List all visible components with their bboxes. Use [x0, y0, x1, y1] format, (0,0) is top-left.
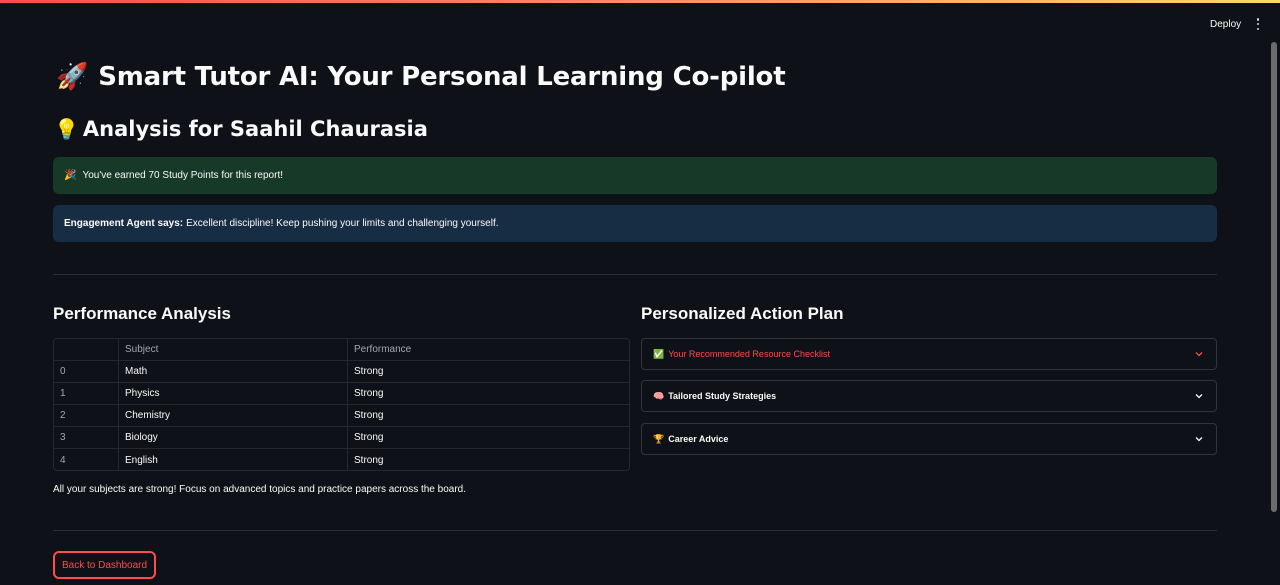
engagement-agent-text: Excellent discipline! Keep pushing your …	[186, 218, 499, 229]
performance-cell[interactable]: Strong	[347, 361, 629, 382]
subject-cell[interactable]: Math	[118, 361, 347, 382]
check-mark-icon: ✅	[653, 348, 665, 359]
light-bulb-icon: 💡	[54, 117, 79, 141]
chevron-down-icon	[1195, 437, 1203, 442]
column-header-index[interactable]	[54, 339, 118, 360]
chevron-down-icon	[1195, 352, 1203, 357]
table-row: 2 Chemistry Strong	[54, 405, 629, 427]
subject-cell[interactable]: Physics	[118, 383, 347, 404]
study-points-alert: 🎉 You've earned 70 Study Points for this…	[53, 157, 1217, 194]
main-menu-icon[interactable]	[1252, 17, 1264, 31]
row-index: 2	[60, 410, 66, 421]
performance-table[interactable]: Subject Performance 0 Math Strong 1 Phys…	[53, 338, 630, 471]
table-header-row: Subject Performance	[54, 339, 629, 361]
party-popper-icon: 🎉	[64, 170, 77, 181]
chevron-down-icon	[1195, 394, 1203, 399]
analysis-heading-text: Analysis for Saahil Chaurasia	[82, 117, 428, 141]
scrollbar[interactable]	[1271, 42, 1277, 512]
study-strategies-expander[interactable]: 🧠 Tailored Study Strategies	[641, 380, 1217, 412]
row-index: 3	[60, 432, 66, 443]
rocket-icon: 🚀	[56, 62, 89, 92]
deploy-button[interactable]: Deploy	[1206, 17, 1245, 32]
resource-checklist-expander[interactable]: ✅ Your Recommended Resource Checklist	[641, 338, 1217, 370]
performance-cell[interactable]: Strong	[347, 427, 629, 448]
performance-analysis-heading: Performance Analysis	[53, 304, 231, 323]
subject-cell[interactable]: Chemistry	[118, 405, 347, 426]
app-header: Deploy	[0, 3, 1280, 41]
divider	[53, 274, 1217, 275]
table-row: 0 Math Strong	[54, 361, 629, 383]
study-points-text: You've earned 70 Study Points for this r…	[82, 170, 284, 181]
brain-icon: 🧠	[653, 390, 665, 401]
performance-summary: All your subjects are strong! Focus on a…	[53, 484, 467, 495]
column-header-subject[interactable]: Subject	[118, 339, 347, 360]
table-row: 4 English Strong	[54, 449, 629, 470]
career-advice-expander[interactable]: 🏆 Career Advice	[641, 423, 1217, 455]
action-plan-heading: Personalized Action Plan	[641, 304, 844, 323]
column-header-performance[interactable]: Performance	[347, 339, 629, 360]
performance-cell[interactable]: Strong	[347, 405, 629, 426]
divider	[53, 530, 1217, 531]
row-index: 4	[60, 454, 66, 466]
engagement-agent-label: Engagement Agent says:	[64, 218, 184, 229]
performance-cell[interactable]: Strong	[347, 383, 629, 404]
expander-label: Career Advice	[668, 434, 729, 444]
table-row: 3 Biology Strong	[54, 427, 629, 449]
analysis-heading: 💡 Analysis for Saahil Chaurasia	[54, 117, 428, 141]
row-index: 1	[60, 388, 66, 399]
engagement-agent-alert: Engagement Agent says: Excellent discipl…	[53, 205, 1217, 242]
subject-cell[interactable]: Biology	[118, 427, 347, 448]
page-title-text: Smart Tutor AI: Your Personal Learning C…	[98, 62, 786, 92]
row-index: 0	[60, 366, 66, 377]
expander-label: Tailored Study Strategies	[668, 391, 777, 401]
table-row: 1 Physics Strong	[54, 383, 629, 405]
expander-label: Your Recommended Resource Checklist	[668, 349, 830, 359]
trophy-icon: 🏆	[653, 433, 665, 444]
performance-cell[interactable]: Strong	[347, 449, 629, 470]
page-title: 🚀 Smart Tutor AI: Your Personal Learning…	[56, 62, 786, 92]
back-to-dashboard-button[interactable]: Back to Dashboard	[53, 551, 156, 579]
subject-cell[interactable]: English	[118, 449, 347, 470]
